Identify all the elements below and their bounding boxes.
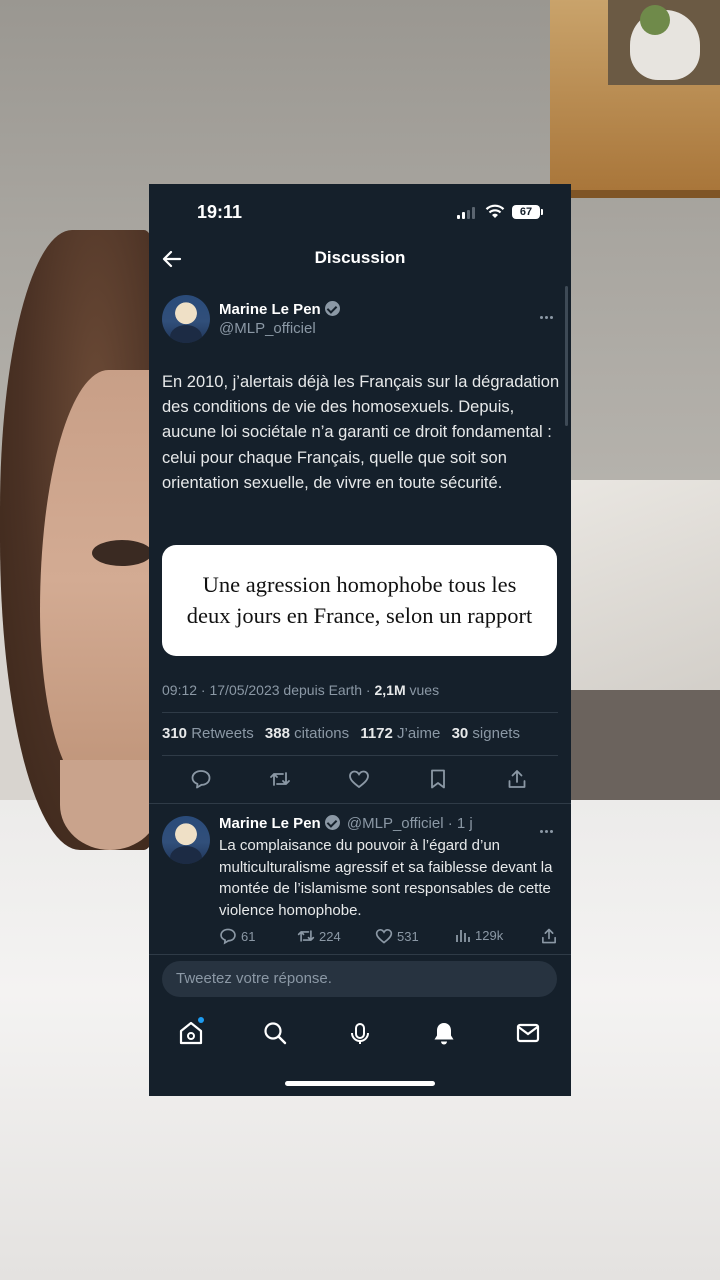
tweet-stats: 310 Retweets 388 citations 1172 J’aime 3… xyxy=(162,725,527,742)
scrollbar[interactable] xyxy=(565,286,568,426)
retweet-count: 224 xyxy=(319,928,341,944)
wifi-icon xyxy=(485,204,505,218)
background-plant xyxy=(640,5,670,35)
divider xyxy=(162,712,558,713)
quote-stat[interactable]: 388 citations xyxy=(265,725,349,742)
page-title: Discussion xyxy=(314,248,406,267)
header: Discussion xyxy=(149,240,571,278)
divider xyxy=(149,803,571,804)
status-bar: 19:11 67 xyxy=(149,184,571,240)
search-icon[interactable] xyxy=(262,1020,288,1046)
reply-icon xyxy=(220,928,236,945)
bookmark-icon[interactable] xyxy=(427,768,449,790)
author-handle[interactable]: @MLP_officiel xyxy=(219,320,316,337)
divider xyxy=(162,755,558,756)
reply-handle-time: @MLP_officiel · 1 j xyxy=(346,815,473,832)
reply-count: 61 xyxy=(241,928,256,944)
signal-icon xyxy=(457,207,475,219)
reply-author-name[interactable]: Marine Le Pen @MLP_officiel · 1 j xyxy=(219,815,473,832)
phone-screenshot: 19:11 67 Discussion Marine Le Pen @MLP_o… xyxy=(149,184,571,1096)
share-icon xyxy=(542,928,556,944)
reply-more-icon[interactable] xyxy=(540,820,560,833)
reply-share-button[interactable] xyxy=(540,927,558,945)
view-count: 2,1M xyxy=(374,682,406,698)
author-name[interactable]: Marine Le Pen xyxy=(219,301,340,318)
reply-reply-button[interactable]: 61 xyxy=(219,927,255,945)
spaces-icon[interactable] xyxy=(347,1020,373,1046)
bottom-tab-bar xyxy=(149,1014,571,1054)
tweet-text: En 2010, j’alertais déjà les Français su… xyxy=(162,373,560,492)
reply-avatar[interactable] xyxy=(162,816,210,864)
reply-author-text: Marine Le Pen xyxy=(219,815,321,832)
tweet-timestamp: 09:12 · 17/05/2023 depuis Earth · xyxy=(162,682,375,698)
avatar[interactable] xyxy=(162,295,210,343)
like-count: 531 xyxy=(397,928,419,944)
battery-icon: 67 xyxy=(512,205,540,219)
home-indicator[interactable] xyxy=(285,1081,435,1086)
reply-views-button[interactable]: 129k xyxy=(455,927,503,943)
more-icon[interactable] xyxy=(540,306,560,319)
reply-actions: 61 224 531 129k xyxy=(219,927,559,945)
battery-tip xyxy=(541,209,543,215)
link-card-title: Une agression homophobe tous les deux jo… xyxy=(186,572,533,628)
retweet-icon xyxy=(297,930,315,942)
like-icon[interactable] xyxy=(348,768,370,790)
home-notification-dot xyxy=(198,1017,204,1023)
retweet-stat[interactable]: 310 Retweets xyxy=(162,725,254,742)
messages-icon[interactable] xyxy=(515,1020,541,1046)
author-name-text: Marine Le Pen xyxy=(219,301,321,318)
bookmark-stat[interactable]: 30 signets xyxy=(452,725,520,742)
background-neck xyxy=(60,760,160,850)
home-icon[interactable] xyxy=(178,1020,204,1046)
verified-badge-icon xyxy=(324,301,340,316)
background-eye xyxy=(92,540,152,566)
tweet-actions xyxy=(149,768,571,792)
retweet-icon[interactable] xyxy=(269,768,291,790)
reply-like-button[interactable]: 531 xyxy=(375,927,419,945)
verified-badge-icon xyxy=(324,815,340,830)
like-stat[interactable]: 1172 J’aime xyxy=(360,725,440,742)
views-count: 129k xyxy=(475,927,504,943)
share-icon[interactable] xyxy=(506,768,528,790)
reply-text: La complaisance du pouvoir à l’égard d’u… xyxy=(219,837,553,919)
like-icon xyxy=(375,929,393,944)
status-time: 19:11 xyxy=(197,202,243,222)
tweet-meta: 09:12 · 17/05/2023 depuis Earth · 2,1M v… xyxy=(162,682,439,698)
reply-composer-input[interactable]: Tweetez votre réponse. xyxy=(162,961,557,997)
reply-retweet-button[interactable]: 224 xyxy=(297,927,341,945)
notifications-icon[interactable] xyxy=(431,1020,457,1046)
divider xyxy=(149,954,571,955)
views-icon xyxy=(456,930,470,942)
view-label: vues xyxy=(405,682,440,698)
link-card[interactable]: Une agression homophobe tous les deux jo… xyxy=(162,545,557,656)
reply-icon[interactable] xyxy=(190,768,212,790)
